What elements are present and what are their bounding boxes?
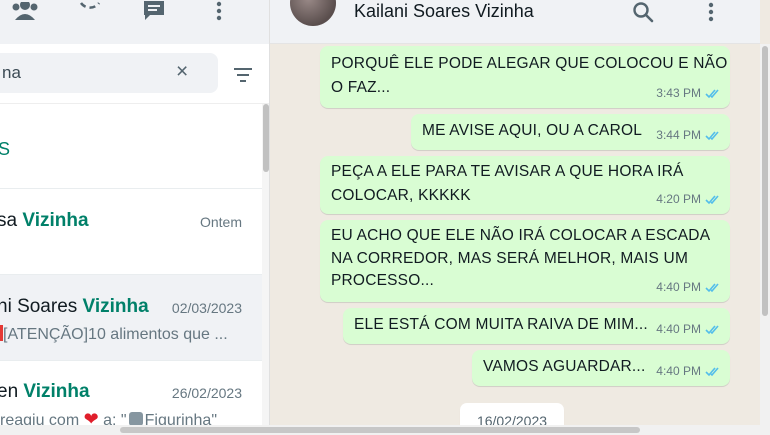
chat-list-scrollbar[interactable] [262,104,269,435]
message-meta: 4:20 PM [656,187,722,211]
filter-icon[interactable] [232,66,254,84]
message-time: 4:40 PM [656,280,701,294]
search-input[interactable]: na × [0,53,218,93]
message-line: ELE ESTÁ COM MUITA RAIVA DE MIM... [354,316,648,333]
message-meta: 4:40 PM [656,359,722,383]
read-ticks-icon [705,194,719,204]
message-time: 4:20 PM [656,192,701,206]
message-text: ME AVISE AQUI, OU A CAROL [422,119,642,143]
message-time: 3:44 PM [656,128,701,142]
chat-time: Ontem [199,214,242,230]
message-text: EU ACHO QUE ELE NÃO IRÁ COLOCAR A ESCADA… [331,225,710,293]
message-line: ME AVISE AQUI, OU A CAROL [422,122,643,139]
archived-label: S [0,139,10,160]
message-bubble[interactable]: ELE ESTÁ COM MUITA RAIVA DE MIM... 4:40 … [343,308,730,344]
message-line: PEÇA A ELE PARA TE AVISAR A QUE HORA IRÁ [331,163,684,180]
chat-name: ni Soares Vizinha [0,296,149,318]
message-line: VAMOS AGUARDAR... [483,358,646,375]
message-bubble[interactable]: PEÇA A ELE PARA TE AVISAR A QUE HORA IRÁ… [320,156,730,214]
chat-time: 02/03/2023 [171,300,242,316]
avatar[interactable] [290,0,336,26]
contact-name[interactable]: Kailani Soares Vizinha [354,1,534,22]
read-ticks-icon [705,130,719,140]
chat-preview-text: [ATENÇÃO]10 alimentos que ... [3,326,228,343]
chat-time: 26/02/2023 [171,385,242,401]
message-line: COLOCAR, KKKKK [331,187,471,204]
chat-list-item-active[interactable]: ni Soares Vizinha 02/03/2023 [ATENÇÃO]10… [0,275,262,361]
menu-icon[interactable] [698,0,724,24]
chat-name: en Vizinha [0,381,90,403]
chat-list-item[interactable]: en Vizinha 26/02/2023 reagiu com ❤ a: "F… [0,361,262,435]
search-input-value: na [2,63,21,82]
chat-name: sa Vizinha [0,210,89,232]
chat-name-prefix: ni Soares [0,296,83,317]
message-text: ELE ESTÁ COM MUITA RAIVA DE MIM... [354,313,648,337]
message-time: 4:40 PM [656,322,701,336]
horizontal-scrollbar[interactable] [0,425,770,435]
community-icon[interactable] [11,0,39,22]
scrollbar-thumb[interactable] [762,46,768,316]
chat-preview: [ATENÇÃO]10 alimentos que ... [0,325,228,344]
message-list: PORQUÊ ELE PODE ALEGAR QUE COLOCOU E NÃO… [270,44,760,435]
status-icon[interactable] [76,0,104,22]
message-meta: 3:43 PM [656,81,722,105]
close-icon[interactable]: × [176,61,188,82]
chat-list-panel: na × S sa Vizinha Ontem ni Soares Vizinh… [0,0,270,435]
read-ticks-icon [705,324,719,334]
search-icon[interactable] [630,0,656,24]
message-time: 4:40 PM [656,364,701,378]
conversation-scrollbar[interactable] [760,44,770,435]
message-bubble[interactable]: VAMOS AGUARDAR... 4:40 PM [472,350,730,386]
chat-list-item[interactable]: sa Vizinha Ontem [0,190,262,275]
scrollbar-thumb[interactable] [263,104,269,172]
message-bubble[interactable]: PORQUÊ ELE PODE ALEGAR QUE COLOCOU E NÃO… [320,46,730,108]
message-line: NA CORREDOR, MAS SERÁ MELHOR, MAIS UM [331,249,689,267]
message-text: VAMOS AGUARDAR... [483,355,645,379]
message-meta: 4:40 PM [656,275,722,299]
chat-name-highlight: Vizinha [23,381,90,402]
new-chat-icon[interactable] [140,0,168,22]
read-ticks-icon [705,366,719,376]
chat-name-prefix: en [0,381,19,402]
conversation-header[interactable]: Kailani Soares Vizinha [270,0,760,44]
message-bubble[interactable]: ME AVISE AQUI, OU A CAROL 3:44 PM [411,114,730,150]
menu-icon[interactable] [205,0,233,22]
message-bubble[interactable]: EU ACHO QUE ELE NÃO IRÁ COLOCAR A ESCADA… [320,220,730,302]
chat-name-highlight: Vizinha [22,210,89,231]
search-row: na × [0,44,269,104]
message-line: PROCESSO... [331,272,434,289]
message-line: EU ACHO QUE ELE NÃO IRÁ COLOCAR A ESCADA [331,227,711,244]
sticker-icon [128,412,143,426]
read-ticks-icon [705,282,719,292]
message-line: PORQUÊ ELE PODE ALEGAR QUE COLOCOU E NÃO [331,55,728,72]
scrollbar-thumb[interactable] [120,427,640,433]
archived-row[interactable]: S [0,104,262,189]
message-text: PEÇA A ELE PARA TE AVISAR A QUE HORA IRÁ… [331,160,684,208]
chat-name-prefix: sa [0,210,18,231]
message-meta: 4:40 PM [656,317,722,341]
message-meta: 3:44 PM [656,123,722,147]
read-ticks-icon [705,88,719,98]
message-time: 3:43 PM [656,86,701,100]
conversation-panel: Kailani Soares Vizinha PORQUÊ ELE PODE A… [270,0,770,435]
chat-name-highlight: Vizinha [82,296,149,317]
left-header [0,0,269,44]
